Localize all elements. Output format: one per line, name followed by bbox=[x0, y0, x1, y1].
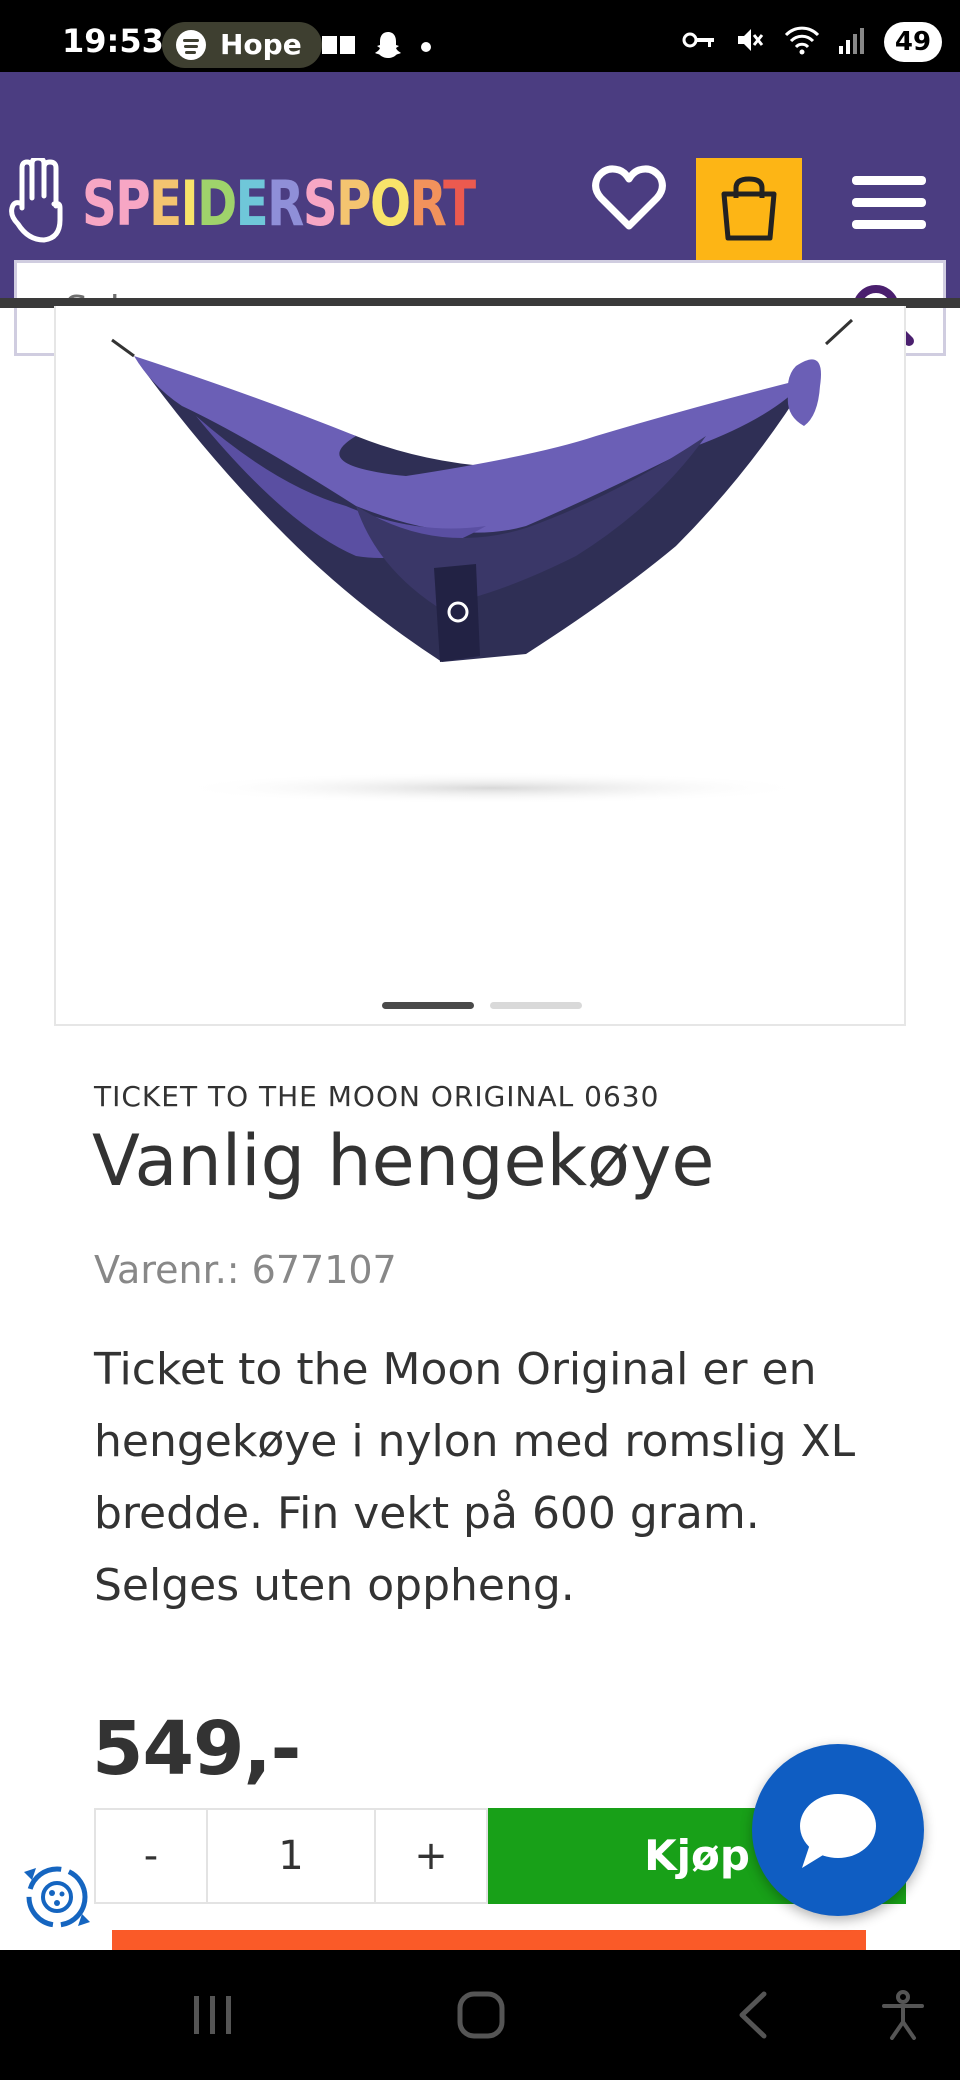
reader-icon bbox=[322, 34, 356, 60]
media-pill[interactable]: Hope bbox=[162, 22, 322, 68]
logo-letter: E bbox=[235, 166, 269, 240]
product-price: 549,- bbox=[92, 1706, 301, 1792]
shopping-bag-icon bbox=[721, 176, 777, 241]
snapchat-icon bbox=[373, 30, 403, 64]
battery-icon: 49 bbox=[884, 22, 942, 62]
recent-apps-icon[interactable] bbox=[188, 1990, 238, 2040]
gallery-pagination bbox=[56, 994, 904, 1013]
logo-letter: O bbox=[370, 166, 411, 240]
logo-letter: P bbox=[115, 166, 150, 240]
spotify-icon bbox=[176, 30, 206, 60]
chat-button[interactable] bbox=[752, 1744, 924, 1916]
gallery-dot-2[interactable] bbox=[490, 1002, 582, 1009]
site-logo-text: SPEIDERSPORT bbox=[82, 166, 476, 240]
mute-icon bbox=[735, 25, 765, 59]
wifi-icon bbox=[784, 25, 820, 59]
signal-icon bbox=[838, 26, 865, 58]
product-title: Vanlig hengekøye bbox=[92, 1120, 715, 1202]
logo-letter: E bbox=[149, 166, 182, 240]
media-label: Hope bbox=[220, 28, 302, 61]
product-brand: TICKET TO THE MOON ORIGINAL 0630 bbox=[94, 1080, 660, 1113]
cookie-settings-icon bbox=[24, 1866, 90, 1928]
menu-bar-icon bbox=[852, 220, 926, 229]
logo-letter: P bbox=[336, 166, 371, 240]
favorites-button[interactable] bbox=[592, 164, 666, 234]
back-icon[interactable] bbox=[730, 1990, 780, 2040]
menu-bar-icon bbox=[852, 176, 926, 185]
system-icons: 49 bbox=[668, 22, 942, 68]
cart-button[interactable] bbox=[696, 158, 802, 260]
chat-bubble-icon bbox=[800, 1794, 876, 1868]
logo-letter: I bbox=[180, 166, 199, 240]
logo-letter: D bbox=[197, 166, 237, 240]
scout-hand-icon bbox=[9, 158, 63, 243]
status-bar: 19:53 Hope 49 bbox=[0, 0, 960, 72]
status-time: 19:53 bbox=[62, 22, 164, 60]
product-image bbox=[111, 318, 854, 804]
menu-bar-icon bbox=[852, 198, 926, 207]
accessibility-icon[interactable] bbox=[878, 1990, 928, 2040]
quantity-increase-button[interactable]: + bbox=[374, 1808, 488, 1904]
cookie-settings-button[interactable] bbox=[14, 1854, 100, 1940]
product-description: Ticket to the Moon Original er en hengek… bbox=[94, 1344, 856, 1611]
quantity-decrease-button[interactable]: - bbox=[94, 1808, 208, 1904]
logo-letter: S bbox=[302, 166, 338, 240]
quantity-input[interactable]: 1 bbox=[206, 1808, 376, 1904]
menu-button[interactable] bbox=[852, 176, 926, 234]
product-sku: Varenr.: 677107 bbox=[94, 1248, 397, 1292]
system-navigation-bar bbox=[0, 1950, 960, 2080]
heart-icon bbox=[592, 165, 666, 230]
home-icon[interactable] bbox=[456, 1990, 506, 2040]
key-icon bbox=[682, 30, 716, 54]
product-image-gallery[interactable] bbox=[54, 306, 906, 1026]
logo-letter: T bbox=[443, 166, 476, 240]
dot-icon bbox=[420, 38, 432, 57]
orange-banner bbox=[112, 1930, 866, 1950]
logo-letter: R bbox=[409, 166, 445, 240]
site-logo[interactable]: SPEIDERSPORT bbox=[8, 158, 585, 248]
notification-icons bbox=[322, 30, 444, 64]
gallery-dot-1[interactable] bbox=[382, 1002, 474, 1009]
logo-letter: R bbox=[267, 166, 304, 240]
site-header: SPEIDERSPORT bbox=[0, 72, 960, 356]
logo-letter: S bbox=[82, 166, 117, 240]
